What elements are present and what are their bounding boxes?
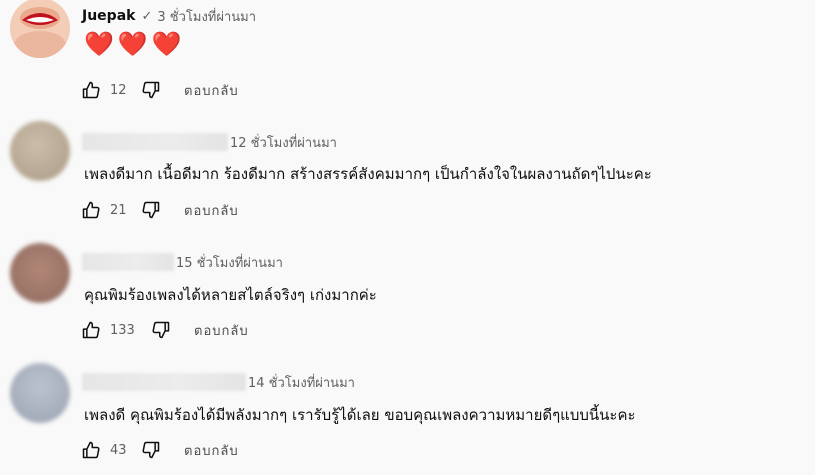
like-count: 133 bbox=[110, 322, 135, 338]
like-count: 12 bbox=[110, 82, 127, 98]
like-button[interactable] bbox=[80, 79, 102, 101]
comment-header: 12 ชั่วโมงที่ผ่านมา bbox=[82, 132, 337, 152]
like-count: 43 bbox=[110, 442, 127, 458]
avatar[interactable] bbox=[10, 243, 70, 303]
timestamp[interactable]: 15 ชั่วโมงที่ผ่านมา bbox=[176, 252, 283, 273]
check-icon: ✓ bbox=[141, 8, 153, 24]
thumbs-down-icon bbox=[142, 441, 160, 459]
comment-header: Juepak ✓ 3 ชั่วโมงที่ผ่านมา bbox=[82, 6, 256, 26]
comment-toolbar: 43 ตอบกลับ bbox=[80, 438, 239, 462]
thumbs-down-icon bbox=[142, 81, 160, 99]
thumbs-up-icon bbox=[82, 201, 100, 219]
dislike-button[interactable] bbox=[150, 319, 172, 341]
reply-button[interactable]: ตอบกลับ bbox=[184, 200, 239, 221]
comment-toolbar: 12 ตอบกลับ bbox=[80, 78, 239, 102]
avatar[interactable] bbox=[10, 121, 70, 181]
comment-text: ❤️❤️❤️ bbox=[84, 30, 186, 58]
reply-button[interactable]: ตอบกลับ bbox=[194, 320, 249, 341]
like-button[interactable] bbox=[80, 439, 102, 461]
dislike-button[interactable] bbox=[140, 199, 162, 221]
thumbs-up-icon bbox=[82, 441, 100, 459]
comment-item: 15 ชั่วโมงที่ผ่านมา คุณพิมร้องเพลงได้หลา… bbox=[0, 236, 815, 354]
author-name-redacted[interactable] bbox=[82, 253, 174, 271]
timestamp[interactable]: 12 ชั่วโมงที่ผ่านมา bbox=[230, 132, 337, 153]
lips-avatar-icon bbox=[10, 0, 70, 58]
author-name-redacted[interactable] bbox=[82, 373, 246, 391]
thumbs-up-icon bbox=[82, 81, 100, 99]
like-button[interactable] bbox=[80, 199, 102, 221]
comment-header: 14 ชั่วโมงที่ผ่านมา bbox=[82, 372, 355, 392]
comment-item: 14 ชั่วโมงที่ผ่านมา เพลงดี คุณพิมร้องได้… bbox=[0, 354, 815, 472]
comment-text: เพลงดี คุณพิมร้องได้มีพลังมากๆ เรารับรู้… bbox=[84, 406, 636, 424]
timestamp[interactable]: 14 ชั่วโมงที่ผ่านมา bbox=[248, 372, 355, 393]
comment-toolbar: 21 ตอบกลับ bbox=[80, 198, 239, 222]
like-button[interactable] bbox=[80, 319, 102, 341]
dislike-button[interactable] bbox=[140, 79, 162, 101]
thumbs-down-icon bbox=[142, 201, 160, 219]
like-count: 21 bbox=[110, 202, 127, 218]
timestamp[interactable]: 3 ชั่วโมงที่ผ่านมา bbox=[157, 6, 256, 27]
comment-item: Juepak ✓ 3 ชั่วโมงที่ผ่านมา ❤️❤️❤️ 12 ตอ… bbox=[0, 0, 815, 118]
comment-item: 12 ชั่วโมงที่ผ่านมา เพลงดีมาก เนื้อดีมาก… bbox=[0, 118, 815, 236]
comment-toolbar: 133 ตอบกลับ bbox=[80, 318, 249, 342]
avatar[interactable] bbox=[10, 363, 70, 423]
comment-text: เพลงดีมาก เนื้อดีมาก ร้องดีมาก สร้างสรรค… bbox=[84, 165, 652, 183]
thumbs-up-icon bbox=[82, 321, 100, 339]
comment-header: 15 ชั่วโมงที่ผ่านมา bbox=[82, 252, 283, 272]
avatar[interactable] bbox=[10, 0, 70, 58]
thumbs-down-icon bbox=[152, 321, 170, 339]
author-name[interactable]: Juepak bbox=[82, 8, 135, 24]
reply-button[interactable]: ตอบกลับ bbox=[184, 80, 239, 101]
author-name-redacted[interactable] bbox=[82, 133, 228, 151]
comment-text: คุณพิมร้องเพลงได้หลายสไตล์จริงๆ เก่งมากค… bbox=[84, 286, 377, 304]
reply-button[interactable]: ตอบกลับ bbox=[184, 440, 239, 461]
dislike-button[interactable] bbox=[140, 439, 162, 461]
